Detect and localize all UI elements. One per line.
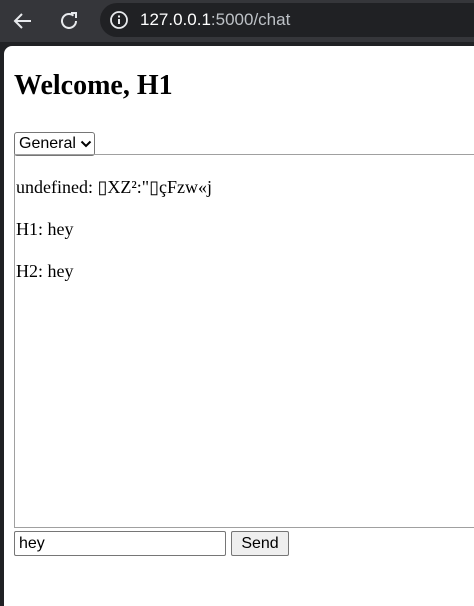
back-arrow-icon	[13, 13, 31, 29]
url-path: :5000/chat	[210, 10, 291, 29]
page-content: Welcome, H1 General undefined: ▯XZ²:"▯çF…	[4, 46, 474, 606]
chat-messages: undefined: ▯XZ²:"▯çFzw«j H1: hey H2: hey	[14, 154, 474, 528]
url-text: 127.0.0.1:5000/chat	[140, 10, 290, 30]
info-icon	[110, 11, 128, 29]
room-select[interactable]: General	[14, 132, 95, 156]
chat-message: H1: hey	[16, 219, 74, 239]
chat-message: H2: hey	[16, 261, 74, 281]
reload-icon	[61, 12, 77, 29]
back-button[interactable]	[8, 6, 38, 36]
page-title: Welcome, H1	[14, 70, 173, 101]
site-info-button[interactable]	[108, 9, 130, 31]
reload-button[interactable]	[54, 6, 84, 36]
browser-toolbar: 127.0.0.1:5000/chat	[0, 0, 474, 42]
room-select-value: General	[19, 135, 76, 152]
chat-message: undefined: ▯XZ²:"▯çFzw«j	[16, 177, 213, 197]
address-bar[interactable]: 127.0.0.1:5000/chat	[100, 3, 474, 37]
message-input[interactable]	[14, 531, 226, 556]
chevron-down-icon	[80, 140, 92, 148]
url-host: 127.0.0.1	[140, 10, 211, 29]
send-button[interactable]: Send	[231, 531, 289, 556]
